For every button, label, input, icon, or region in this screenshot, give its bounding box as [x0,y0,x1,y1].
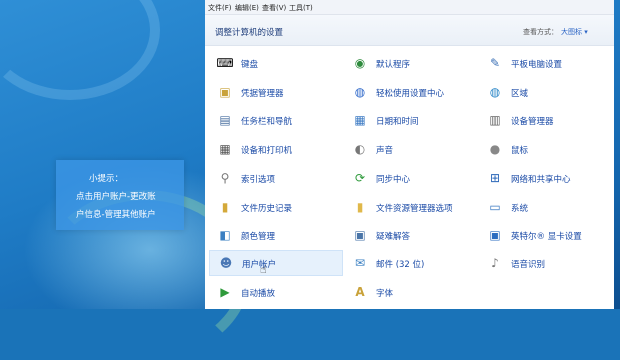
fonts-icon: A [355,285,365,299]
credential-manager-icon: ▣ [219,85,231,99]
item-label: 文件资源管理器选项 [376,204,453,214]
tip-title: 小提示： [89,174,124,184]
item-label: 默认程序 [376,60,411,70]
default-programs-icon: ◉ [354,56,366,70]
item-ease-of-access[interactable]: ◍ 轻松使用设置中心 [344,80,476,104]
calendar-icon: ▦ [354,113,366,127]
taskbar-icon: ▤ [219,113,231,127]
item-label: 平板电脑设置 [511,60,563,70]
intel-graphics-icon: ▣ [489,228,501,242]
item-network-sharing[interactable]: ⊞ 网络和共享中心 [479,166,611,190]
wallpaper-swoosh [0,0,160,100]
item-label: 邮件 (32 位) [376,260,425,270]
item-system[interactable]: ▭ 系统 [479,195,611,219]
item-file-explorer-options[interactable]: ▮ 文件资源管理器选项 [344,195,476,219]
tip-line: 户信息-管理其他账户 [76,210,156,220]
network-icon: ⊞ [489,171,501,185]
speaker-icon: ◐ [354,142,366,156]
item-device-manager[interactable]: ▥ 设备管理器 [479,108,611,132]
ease-of-access-icon: ◍ [354,85,366,99]
folder-options-icon: ▮ [356,200,364,214]
mail-icon: ✉ [354,256,366,270]
item-region[interactable]: ◍ 区域 [479,80,611,104]
item-label: 任务栏和导航 [241,117,293,127]
color-management-icon: ◧ [219,228,231,242]
item-label: 凭据管理器 [241,89,284,99]
item-label: 颜色管理 [241,232,276,242]
tip-box: 小提示： 点击用户账户-更改账 户信息-管理其他账户 [56,160,184,230]
autoplay-icon: ▶ [220,285,230,299]
item-label: 疑难解答 [376,232,411,242]
system-icon: ▭ [489,200,501,214]
item-label: 设备和打印机 [241,146,293,156]
view-by-label: 查看方式： [523,28,558,36]
item-label: 网络和共享中心 [511,175,571,185]
item-taskbar-navigation[interactable]: ▤ 任务栏和导航 [209,108,341,132]
item-indexing-options[interactable]: ⚲ 索引选项 [209,166,341,190]
item-label: 英特尔® 显卡设置 [511,232,582,242]
item-tablet-settings[interactable]: ✎ 平板电脑设置 [479,51,611,75]
printer-icon: ▦ [219,142,231,156]
item-sync-center[interactable]: ⟳ 同步中心 [344,166,476,190]
item-label: 语音识别 [511,260,546,270]
menu-tools[interactable]: 工具(T) [289,3,313,13]
settings-grid: ⌨ 键盘 ◉ 默认程序 ✎ 平板电脑设置 ▣ 凭据管理器 ◍ 轻松使用设置中心 … [205,46,614,309]
keyboard-icon: ⌨ [216,56,234,70]
item-troubleshooting[interactable]: ▣ 疑难解答 [344,223,476,247]
sync-icon: ⟳ [354,171,366,185]
troubleshooting-icon: ▣ [354,228,366,242]
item-autoplay[interactable]: ▶ 自动播放 [209,280,341,304]
control-panel-window: 文件(F) 编辑(E) 查看(V) 工具(T) 调整计算机的设置 查看方式： 大… [205,0,614,309]
item-mail[interactable]: ✉ 邮件 (32 位) [344,251,476,275]
tip-line: 点击用户账户-更改账 [76,192,156,202]
item-devices-printers[interactable]: ▦ 设备和打印机 [209,137,341,161]
item-keyboard[interactable]: ⌨ 键盘 [209,51,341,75]
user-accounts-icon: ☻ [219,256,233,270]
item-label: 文件历史记录 [241,204,293,214]
item-label: 索引选项 [241,175,276,185]
device-manager-icon: ▥ [489,113,501,127]
indexing-icon: ⚲ [220,171,230,185]
globe-icon: ◍ [489,85,501,99]
menu-bar: 文件(F) 编辑(E) 查看(V) 工具(T) [205,0,614,15]
item-label: 自动播放 [241,289,276,299]
item-label: 声音 [376,146,394,156]
view-by-dropdown[interactable]: 大图标 ▾ [561,27,588,37]
item-fonts[interactable]: A 字体 [344,280,476,304]
item-credential-manager[interactable]: ▣ 凭据管理器 [209,80,341,104]
header-band: 调整计算机的设置 查看方式： 大图标 ▾ [205,15,614,46]
item-file-history[interactable]: ▮ 文件历史记录 [209,195,341,219]
item-label: 轻松使用设置中心 [376,89,445,99]
item-label: 鼠标 [511,146,529,156]
file-history-icon: ▮ [221,200,229,214]
item-label: 系统 [511,204,529,214]
menu-edit[interactable]: 编辑(E) [235,3,259,13]
item-default-programs[interactable]: ◉ 默认程序 [344,51,476,75]
menu-file[interactable]: 文件(F) [208,3,232,13]
item-label: 字体 [376,289,394,299]
item-label: 日期和时间 [376,117,419,127]
item-label: 设备管理器 [511,117,554,127]
mouse-icon: ● [489,142,501,156]
menu-view[interactable]: 查看(V) [262,3,286,13]
item-sound[interactable]: ◐ 声音 [344,137,476,161]
item-label: 键盘 [241,60,259,70]
item-label: 同步中心 [376,175,411,185]
item-label: 用户帐户 [242,260,277,270]
item-mouse[interactable]: ● 鼠标 [479,137,611,161]
hand-cursor-icon: ☝ [260,263,267,276]
item-date-time[interactable]: ▦ 日期和时间 [344,108,476,132]
microphone-icon: ♪ [491,256,499,270]
tablet-icon: ✎ [489,56,501,70]
item-intel-graphics[interactable]: ▣ 英特尔® 显卡设置 [479,223,611,247]
item-speech-recognition[interactable]: ♪ 语音识别 [479,251,611,275]
item-color-management[interactable]: ◧ 颜色管理 [209,223,341,247]
item-user-accounts[interactable]: ☻ 用户帐户 ☝ [209,250,343,276]
item-label: 区域 [511,89,529,99]
page-title: 调整计算机的设置 [215,28,284,38]
